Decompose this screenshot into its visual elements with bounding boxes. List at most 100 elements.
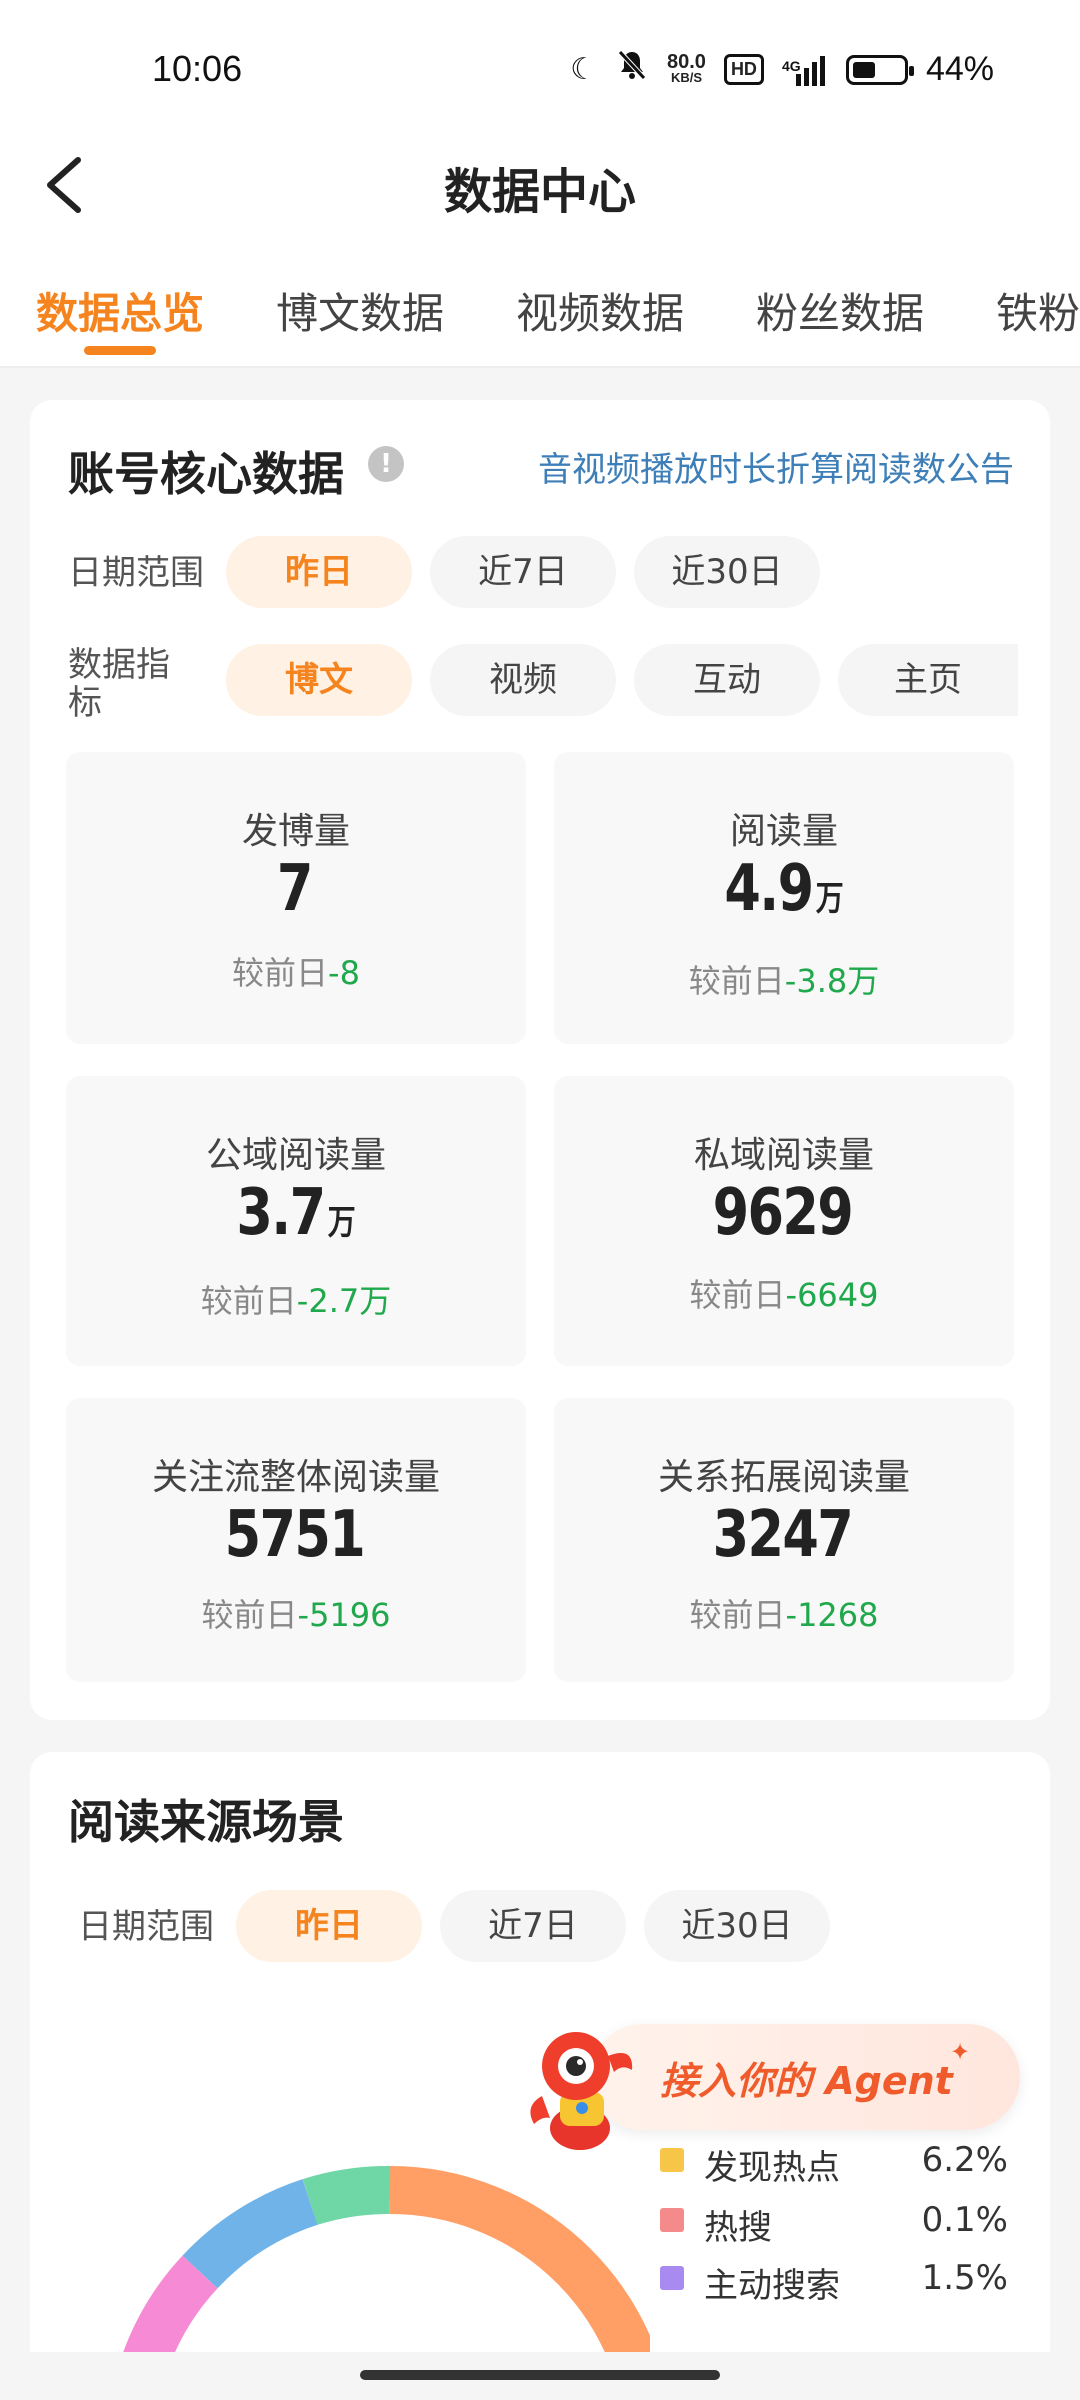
source-date-chip-yesterday[interactable]: 昨日 [236,1890,422,1962]
stat-unit: 万 [815,879,844,919]
battery-icon [845,54,914,85]
compare-delta: -6649 [785,1276,879,1314]
net-speed-unit: KB/S [670,69,702,85]
date-chip-7days[interactable]: 近7日 [430,536,616,608]
stat-compare: 较前日-5196 [66,1590,526,1636]
legend-item[interactable]: 主动搜索 1.5% [660,2258,1020,2306]
stat-value: 3247 [595,1498,972,1572]
compare-prefix: 较前日 [232,954,329,992]
agent-banner[interactable]: 接入你的 Agent ✦ [520,2016,1020,2150]
date-range-label: 日期范围 [68,553,204,593]
compare-delta: -5196 [297,1596,391,1634]
net-speed-value: 80.0 [667,50,706,73]
tab-posts[interactable]: 博文数据 [276,280,444,341]
stat-compare: 较前日-3.8万 [554,956,1014,1002]
core-data-card: 账号核心数据 ! 音视频播放时长折算阅读数公告 日期范围 昨日 近7日 近30日… [30,400,1050,1720]
legend-value: 0.1% [921,2200,1008,2240]
stat-number: 3.7 [236,1176,326,1250]
tab-overview[interactable]: 数据总览 [36,280,204,341]
metric-label: 数据指 标 [68,646,188,722]
compare-delta: -2.7万 [296,1282,392,1320]
stat-compare: 较前日-8 [66,948,526,994]
mascot-icon [530,2032,633,2150]
core-data-title: 账号核心数据 [68,447,344,501]
page-title: 数据中心 [443,164,636,220]
agent-text: 接入你的 Agent [660,2059,953,2103]
tab-fans[interactable]: 粉丝数据 [756,280,924,341]
signal-icon: 4G [782,52,828,88]
compare-delta: -3.8万 [784,962,880,1000]
status-time: 10:06 [152,48,243,89]
donut-segment-green [302,2166,391,2226]
stat-number: 3247 [712,1498,854,1572]
stat-number: 5751 [224,1498,366,1572]
stat-card-relationship-reads[interactable]: 关系拓展阅读量 3247 较前日-1268 [554,1398,1014,1682]
legend-color-swatch [660,2266,684,2290]
moon-icon: ☾ [570,52,597,86]
compare-prefix: 较前日 [688,962,785,1000]
legend-value: 1.5% [921,2258,1008,2298]
stat-value: 5751 [107,1498,484,1572]
legend-name: 热搜 [704,2208,772,2248]
compare-delta: -8 [328,954,360,992]
battery-percent: 44% [925,50,994,88]
net-speed: 80.0 KB/S [667,50,706,86]
date-chip-30days[interactable]: 近30日 [634,536,820,608]
source-date-chip-30days[interactable]: 近30日 [644,1890,830,1962]
status-icons: ☾ 80.0 KB/S HD 4G 44% [570,48,994,91]
stat-label: 阅读量 [729,811,838,852]
date-chip-yesterday[interactable]: 昨日 [226,536,412,608]
legend-color-swatch [660,2208,684,2232]
stat-number: 9629 [712,1176,854,1250]
read-source-title: 阅读来源场景 [68,1795,344,1849]
legend-name: 发现热点 [704,2148,840,2188]
stat-unit: 万 [327,1203,356,1243]
compare-prefix: 较前日 [200,1282,297,1320]
hd-badge: HD [723,54,764,85]
tab-active-indicator [84,346,156,355]
stat-compare: 较前日-1268 [554,1590,1014,1636]
compare-prefix: 较前日 [689,1596,786,1634]
compare-prefix: 较前日 [201,1596,298,1634]
tab-videos[interactable]: 视频数据 [516,280,684,341]
legend-name: 主动搜索 [704,2266,840,2306]
source-date-range-label: 日期范围 [78,1907,214,1947]
legend-value: 6.2% [921,2140,1008,2180]
home-indicator[interactable] [360,2370,720,2380]
stat-compare: 较前日-6649 [554,1270,1014,1316]
metric-chip-posts[interactable]: 博文 [226,644,412,716]
tab-iron-fans[interactable]: 铁粉 [996,280,1080,341]
stat-label: 关注流整体阅读量 [151,1457,440,1498]
stat-card-posts[interactable]: 发博量 7 较前日-8 [66,752,526,1044]
donut-segment-blue [182,2179,318,2289]
mute-bell-icon [615,48,649,91]
legend-item[interactable]: 发现热点 6.2% [660,2140,1020,2188]
stat-card-reads[interactable]: 阅读量 4.9万 较前日-3.8万 [554,752,1014,1044]
stat-label: 私域阅读量 [693,1135,874,1176]
metric-chip-homepage[interactable]: 主页 [838,644,1018,716]
notice-link[interactable]: 音视频播放时长折算阅读数公告 [538,442,1014,491]
info-icon[interactable]: ! [368,446,404,482]
source-date-chip-7days[interactable]: 近7日 [440,1890,626,1962]
app-header: 数据中心 [0,130,1080,240]
stat-label: 公域阅读量 [205,1135,386,1176]
tab-bar: 数据总览 博文数据 视频数据 粉丝数据 铁粉 [0,240,1080,368]
legend-color-swatch [660,2148,684,2172]
metric-label-line1: 数据指 [68,645,170,685]
metric-chip-video[interactable]: 视频 [430,644,616,716]
stat-card-public-reads[interactable]: 公域阅读量 3.7万 较前日-2.7万 [66,1076,526,1366]
compare-prefix: 较前日 [689,1276,786,1314]
stat-card-private-reads[interactable]: 私域阅读量 9629 较前日-6649 [554,1076,1014,1366]
stat-value: 7 [107,852,484,926]
sparkle-icon: ✦ [950,2038,971,2066]
stat-value: 3.7万 [107,1176,484,1250]
metric-chip-interaction[interactable]: 互动 [634,644,820,716]
stat-card-follow-feed-reads[interactable]: 关注流整体阅读量 5751 较前日-5196 [66,1398,526,1682]
legend-item[interactable]: 热搜 0.1% [660,2200,1020,2248]
stat-value: 4.9万 [595,852,972,926]
stat-label: 发博量 [241,811,350,852]
compare-delta: -1268 [785,1596,879,1634]
stat-label: 关系拓展阅读量 [657,1457,910,1498]
stat-number: 7 [276,852,313,926]
status-bar: 10:06 ☾ 80.0 KB/S HD 4G 44% [0,0,1080,130]
